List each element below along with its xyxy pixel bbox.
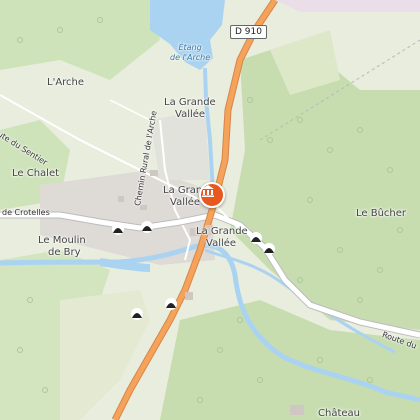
place-label-arche: L'Arche (47, 77, 85, 88)
cave-icon[interactable] (262, 242, 276, 256)
cave-icon[interactable] (164, 297, 178, 311)
museum-marker[interactable] (199, 182, 225, 208)
cave-icon[interactable] (249, 231, 263, 245)
cave-icon[interactable] (140, 220, 154, 234)
place-label-grande-vallee-south: Vallée (206, 238, 237, 249)
landuse-area (275, 0, 420, 12)
place-label-moulin: de Bry (48, 247, 81, 258)
cave-icon[interactable] (111, 222, 125, 236)
place-label-grande-vallee-south: La Grande (196, 226, 248, 237)
place-label-moulin: Le Moulin (38, 235, 86, 246)
road-label-crotelles: de Crotelles (2, 208, 50, 217)
cave-icon[interactable] (130, 307, 144, 321)
water-label-line: de l'Arche (170, 53, 211, 62)
place-label-chateau: Château (318, 408, 360, 419)
museum-icon (202, 185, 214, 197)
place-label-bucher: Le Bûcher (356, 208, 407, 219)
water-label: Étang de l'Arche (170, 43, 210, 63)
place-label-chalet: Le Chalet (12, 168, 60, 179)
residential-area (150, 110, 210, 180)
road-shield-d910: D 910 (230, 25, 267, 39)
map-view[interactable]: D 910 Étang de l'Arche L'Arche La Grande… (0, 0, 420, 420)
place-label-grande-vallee-north: La Grande (164, 97, 216, 108)
place-label-grande-vallee-north: Vallée (175, 109, 206, 120)
place-label-grande-vallee-center: Vallée (170, 197, 201, 208)
water-label-line: Étang (178, 43, 202, 52)
